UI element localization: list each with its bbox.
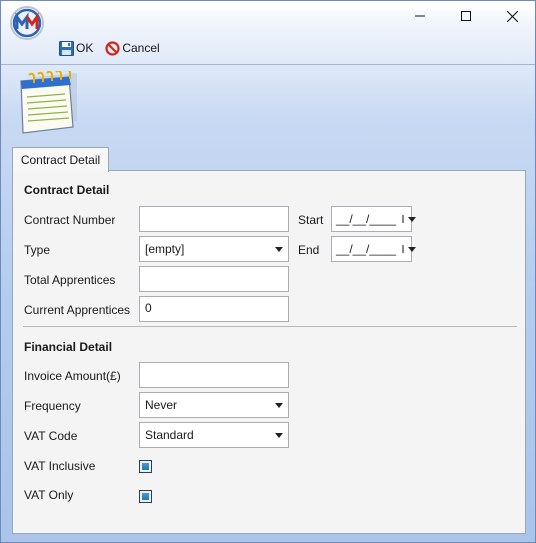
invoice-amount-label: Invoice Amount(£) xyxy=(24,369,121,383)
type-select[interactable]: [empty] xyxy=(139,236,289,262)
current-apprentices-label: Current Apprentices xyxy=(24,303,131,317)
contract-number-input[interactable] xyxy=(139,206,289,232)
chevron-down-icon[interactable] xyxy=(408,216,417,222)
minimize-button[interactable] xyxy=(397,1,443,31)
contract-detail-heading: Contract Detail xyxy=(24,183,110,197)
vat-only-label: VAT Only xyxy=(24,488,74,502)
ok-label: OK xyxy=(76,41,94,55)
app-logo-icon xyxy=(10,6,44,40)
total-apprentices-input[interactable] xyxy=(139,266,289,292)
cancel-icon xyxy=(105,40,120,56)
invoice-amount-input[interactable] xyxy=(139,362,289,388)
total-apprentices-label: Total Apprentices xyxy=(24,273,116,287)
frequency-value: Never xyxy=(145,398,178,412)
close-button[interactable] xyxy=(489,1,535,31)
section-divider xyxy=(23,326,517,327)
type-value: [empty] xyxy=(145,242,185,256)
maximize-button[interactable] xyxy=(443,1,489,31)
chevron-down-icon xyxy=(275,402,283,408)
type-label: Type xyxy=(24,243,51,257)
end-date-label: End xyxy=(298,243,320,257)
application-window: OK Cancel Contract Detail Contract Detai… xyxy=(0,0,536,543)
vat-code-value: Standard xyxy=(145,428,194,442)
frequency-select[interactable]: Never xyxy=(139,392,289,418)
minimize-icon xyxy=(415,15,425,17)
cancel-button[interactable]: Cancel xyxy=(103,38,161,58)
save-icon xyxy=(59,40,74,56)
vat-only-checkbox[interactable] xyxy=(139,490,152,503)
end-date-picker[interactable]: __/__/____ xyxy=(331,236,417,262)
vat-inclusive-label: VAT Inclusive xyxy=(24,459,96,473)
calendar-icon xyxy=(402,215,405,223)
contract-number-label: Contract Number xyxy=(24,213,116,227)
end-date-value: __/__/____ xyxy=(336,242,397,256)
chevron-down-icon[interactable] xyxy=(408,246,417,252)
notepad-icon xyxy=(20,71,77,134)
chevron-down-icon xyxy=(275,246,283,252)
current-apprentices-input[interactable]: 0 xyxy=(139,296,289,322)
vat-inclusive-checkbox[interactable] xyxy=(139,460,152,473)
start-date-value: __/__/____ xyxy=(336,212,397,226)
financial-detail-heading: Financial Detail xyxy=(24,340,113,354)
calendar-icon xyxy=(402,245,405,253)
vat-code-label: VAT Code xyxy=(24,429,78,443)
toolbar-divider xyxy=(1,64,535,65)
title-bar xyxy=(1,1,535,40)
start-date-label: Start xyxy=(298,213,324,227)
vat-code-select[interactable]: Standard xyxy=(139,422,289,448)
start-date-picker[interactable]: __/__/____ xyxy=(331,206,417,232)
tab-contract-detail[interactable]: Contract Detail xyxy=(12,147,109,172)
frequency-label: Frequency xyxy=(24,399,81,413)
close-icon xyxy=(506,10,518,22)
ok-button[interactable]: OK xyxy=(57,38,95,58)
tab-label: Contract Detail xyxy=(20,153,101,167)
maximize-icon xyxy=(461,11,471,21)
toolbar: OK Cancel xyxy=(57,38,162,58)
cancel-label: Cancel xyxy=(122,41,160,55)
chevron-down-icon xyxy=(275,432,283,438)
